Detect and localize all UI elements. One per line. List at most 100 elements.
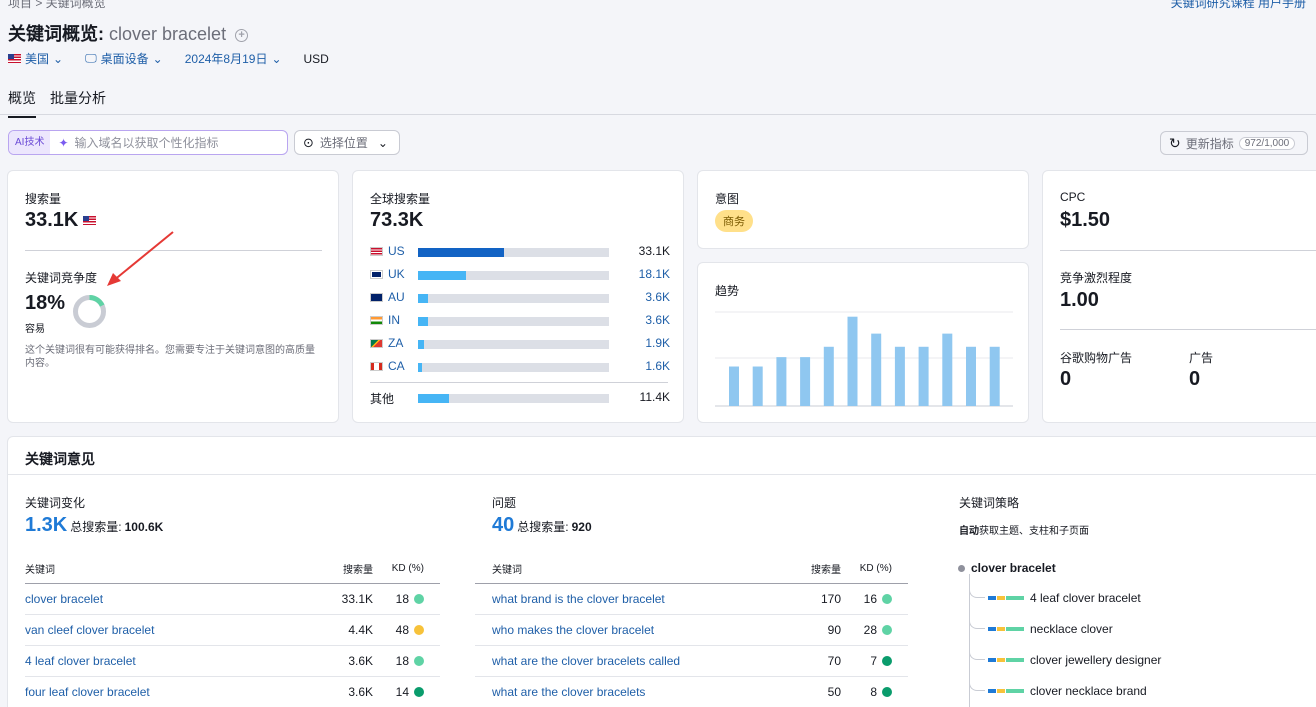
other-divider [370, 382, 668, 383]
country-code[interactable]: IN [370, 313, 400, 327]
keyword-volume: 90 [793, 614, 841, 646]
device-label: 桌面设备 [100, 52, 149, 66]
variations-count[interactable]: 1.3K [25, 514, 67, 537]
other-bar [418, 394, 609, 403]
keyword-volume: 50 [793, 676, 841, 707]
country-flag-icon [370, 292, 383, 302]
date-selector[interactable]: 2024年8月19日 ⌄ [185, 50, 282, 67]
country-value: 33.1K [638, 244, 670, 258]
strategy-child[interactable]: necklace clover [988, 622, 1113, 636]
title-prefix: 关键词概览: [8, 24, 104, 44]
shopping-label: 谷歌购物广告 [1060, 351, 1133, 365]
keyword-kd: 7 [841, 645, 908, 677]
country-code[interactable]: UK [370, 267, 405, 281]
country-code[interactable]: CA [370, 359, 405, 373]
country-code[interactable]: US [370, 244, 405, 258]
cpc-divider [1060, 250, 1316, 251]
keyword-link[interactable]: what are the clover bracelets [492, 685, 645, 699]
variations-table: 关键词 搜索量 KD (%) clover bracelet 33.1K 18 van… [25, 555, 440, 707]
variations-summary: 1.3K 总搜索量: 100.6K [25, 514, 163, 537]
help-links[interactable]: 关键词研究课程 用户手册 [1171, 0, 1306, 11]
country-value: 3.6K [645, 313, 670, 327]
strategy-child[interactable]: clover jewellery designer [988, 653, 1161, 667]
keyword-link[interactable]: 4 leaf clover bracelet [25, 654, 136, 668]
cpc-value: $1.50 [1060, 209, 1111, 231]
country-code-text: AU [388, 290, 405, 304]
trend-bar [942, 333, 953, 406]
filter-bar: 美国 ⌄ 🖵 桌面设备 ⌄ 2024年8月19日 ⌄ USD [8, 50, 329, 67]
keyword-volume: 33.1K [325, 583, 373, 615]
keyword-kd: 48 [373, 614, 440, 646]
country-bar [418, 271, 609, 280]
country-code-text: CA [388, 359, 405, 373]
strategy-sub-rest: 获取主题、支柱和子页面 [979, 526, 1089, 537]
trend-bar [871, 333, 882, 406]
table-row: who makes the clover bracelet 90 28 [475, 614, 908, 646]
country-bar [418, 294, 609, 303]
location-selector[interactable]: ⊙ 选择位置 ⌄ [294, 130, 400, 155]
device-selector[interactable]: 🖵 桌面设备 ⌄ [85, 50, 163, 67]
country-bar-fill [418, 363, 422, 372]
questions-total-label: 总搜索量: [517, 520, 569, 534]
kd-dot-icon [882, 624, 892, 635]
refresh-icon: ↻ [1169, 134, 1181, 151]
trend-bar [800, 357, 811, 406]
table-row: van cleef clover bracelet 4.4K 48 [25, 614, 440, 646]
trend-bar [989, 346, 1000, 406]
competition-divider [1060, 329, 1316, 330]
country-code[interactable]: ZA [370, 336, 403, 350]
top-bar: 项目 > 关键词概览 关键词研究课程 用户手册 [0, 0, 1316, 12]
strategy-label: 关键词策略 [959, 496, 1020, 510]
currency-label: USD [303, 51, 329, 66]
cpc-card: CPC $1.50 竞争激烈程度 1.00 谷歌购物广告 0 广告 0 [1042, 170, 1316, 423]
col-keyword: 关键词 [475, 555, 793, 584]
chevron-down-icon: ⌄ [152, 51, 163, 66]
questions-table: 关键词 搜索量 KD (%) what brand is the clover … [475, 555, 908, 707]
strategy-child[interactable]: clover necklace brand [988, 684, 1147, 698]
keyword-kd: 14 [373, 676, 440, 707]
strategy-root[interactable]: clover bracelet [958, 561, 1056, 575]
kd-label: 关键词竞争度 [25, 271, 98, 285]
col-kd[interactable]: KD (%) [841, 555, 908, 584]
child-keyword: clover jewellery designer [1030, 653, 1162, 667]
keyword-link[interactable]: clover bracelet [25, 592, 103, 606]
kd-dot-icon [414, 655, 424, 666]
country-bar-fill [418, 294, 428, 303]
country-code[interactable]: AU [370, 290, 405, 304]
refresh-metrics-button[interactable]: ↻ 更新指标 972/1,000 [1160, 131, 1308, 155]
competition-value: 1.00 [1060, 289, 1099, 311]
tree-branch [969, 580, 985, 598]
col-volume[interactable]: 搜索量 [793, 555, 841, 584]
country-flag-icon [370, 269, 383, 279]
keyword-volume: 70 [793, 645, 841, 677]
keyword-link[interactable]: four leaf clover bracelet [25, 685, 150, 699]
ai-domain-input[interactable]: AI技术 ✦ 输入域名以获取个性化指标 [8, 130, 288, 155]
col-kd[interactable]: KD (%) [373, 555, 440, 584]
country-value: 1.6K [645, 359, 670, 373]
keyword-volume: 3.6K [325, 676, 373, 707]
country-value: 1.9K [645, 336, 670, 350]
kd-donut-chart [73, 295, 106, 328]
keyword-link[interactable]: van cleef clover bracelet [25, 623, 154, 637]
country-row-other: 其他 11.4K [370, 390, 670, 406]
kd-number: 14 [395, 684, 409, 699]
strategy-subtitle: 自动获取主题、支柱和子页面 [959, 522, 1089, 537]
country-selector[interactable]: 美国 ⌄ [8, 50, 63, 67]
kd-number: 18 [395, 591, 409, 606]
ideas-divider [8, 474, 1316, 475]
kd-dot-icon [882, 655, 892, 666]
breadcrumb[interactable]: 项目 > 关键词概览 [8, 0, 106, 11]
keyword-link[interactable]: what brand is the clover bracelet [492, 592, 665, 606]
other-value: 11.4K [639, 390, 670, 404]
questions-count[interactable]: 40 [492, 514, 514, 537]
keyword-link[interactable]: what are the clover bracelets called [492, 654, 680, 668]
col-volume[interactable]: 搜索量 [325, 555, 373, 584]
add-keyword-icon[interactable]: + [235, 29, 249, 42]
strategy-child[interactable]: 4 leaf clover bracelet [988, 591, 1141, 605]
global-value: 73.3K [370, 209, 424, 231]
country-row-za: ZA 1.9K [370, 336, 670, 352]
page-title: 关键词概览: clover bracelet + [8, 20, 249, 46]
col-keyword: 关键词 [25, 555, 325, 584]
keyword-link[interactable]: who makes the clover bracelet [492, 623, 654, 637]
us-flag-icon [83, 216, 97, 225]
